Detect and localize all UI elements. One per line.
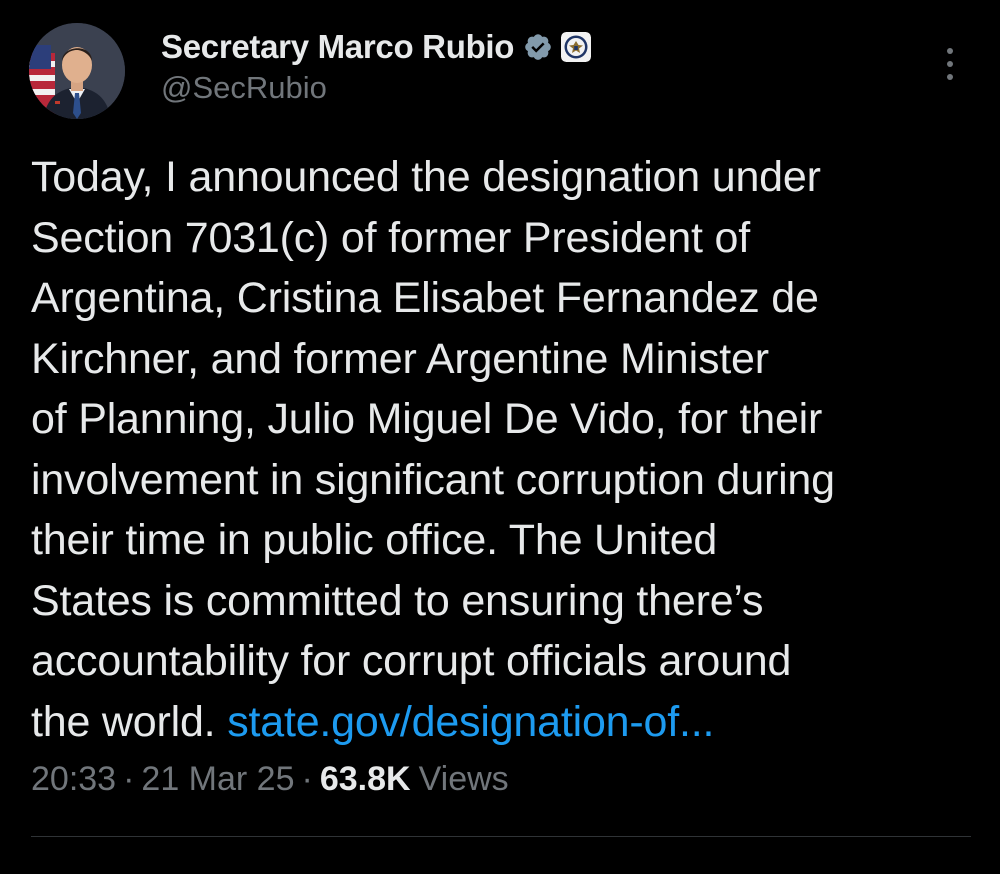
tweet-text-line: involvement in significant corruption du… xyxy=(31,455,835,504)
more-options-button[interactable] xyxy=(930,40,970,88)
tweet-text: Today, I announced the designation under… xyxy=(31,147,981,752)
tweet-text-last-line: the world. state.gov/designation-of... xyxy=(31,692,981,753)
tweet-text-line: States is committed to ensuring there’s xyxy=(31,576,764,625)
author-header: Secretary Marco Rubio @SecRubio xyxy=(161,26,592,106)
display-name-row: Secretary Marco Rubio xyxy=(161,26,592,68)
tweet-time[interactable]: 20:33 xyxy=(31,760,116,799)
tweet-text-line: Kirchner, and former Argentine Minister xyxy=(31,334,769,383)
views-count[interactable]: 63.8K xyxy=(320,760,411,799)
tweet: Secretary Marco Rubio @SecRubio Today, I… xyxy=(0,0,1000,874)
views-label: Views xyxy=(418,760,509,798)
tweet-meta: 20:33 · 21 Mar 25 · 63.8K Views xyxy=(31,760,509,799)
more-dot-icon xyxy=(947,48,953,54)
tweet-link[interactable]: state.gov/designation-of... xyxy=(227,698,714,746)
verified-badge-icon[interactable] xyxy=(523,32,553,62)
tweet-text-tail: the world. xyxy=(31,697,216,746)
tweet-text-line: accountability for corrupt officials aro… xyxy=(31,637,792,685)
more-dot-icon xyxy=(947,74,953,80)
meta-separator: · xyxy=(301,760,313,798)
tweet-text-line: Today, I announced the designation under xyxy=(31,153,821,201)
more-dot-icon xyxy=(947,61,953,67)
display-name[interactable]: Secretary Marco Rubio xyxy=(161,28,514,66)
tweet-text-line: Argentina, Cristina Elisabet Fernandez d… xyxy=(31,274,819,322)
tweet-text-line: of Planning, Julio Miguel De Vido, for t… xyxy=(31,395,823,443)
avatar[interactable] xyxy=(29,23,125,119)
tweet-text-line: their time in public office. The United xyxy=(31,516,718,564)
tweet-date[interactable]: 21 Mar 25 xyxy=(141,760,294,799)
meta-separator: · xyxy=(123,760,135,798)
tweet-text-line: Section 7031(c) of former President of xyxy=(31,213,750,262)
divider xyxy=(31,836,971,837)
state-department-seal-icon[interactable] xyxy=(561,32,592,62)
author-handle[interactable]: @SecRubio xyxy=(161,70,591,106)
